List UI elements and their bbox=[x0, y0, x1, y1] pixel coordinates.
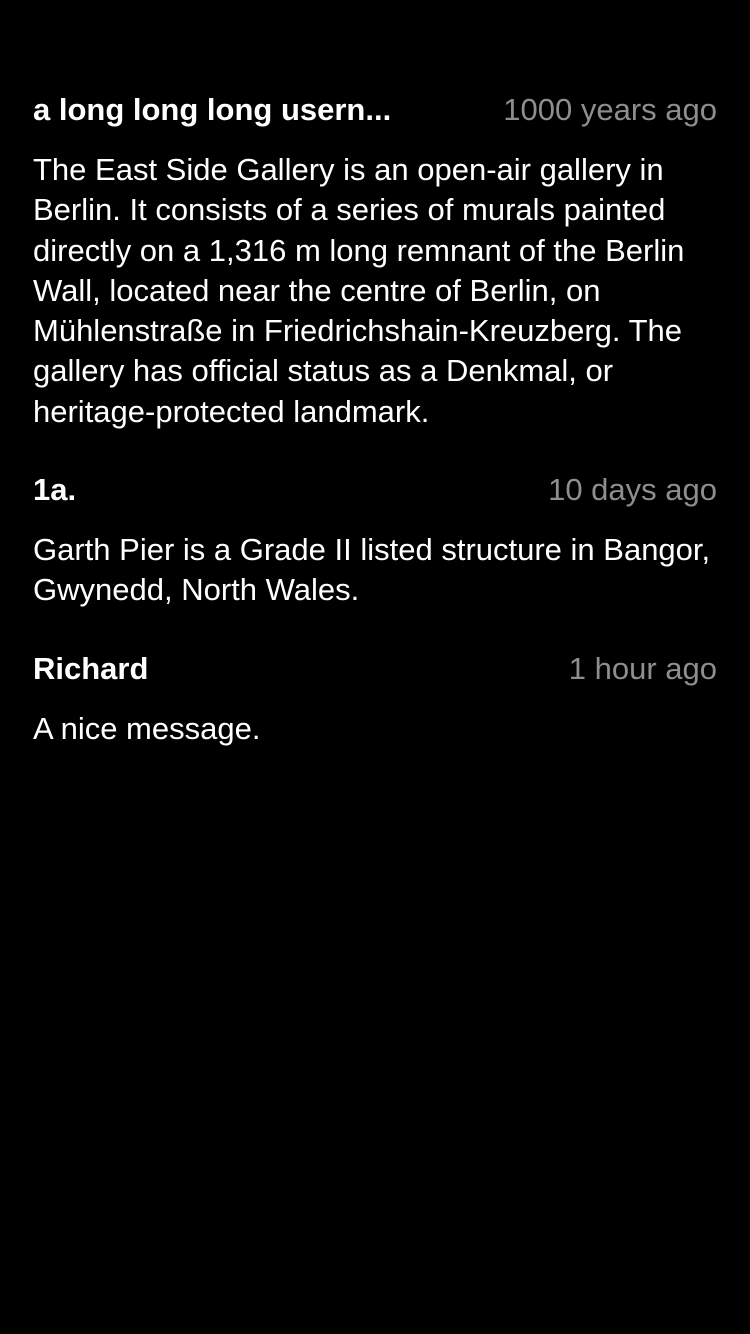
comment-text: The East Side Gallery is an open-air gal… bbox=[33, 152, 685, 429]
comment-username[interactable]: 1a. bbox=[33, 472, 76, 508]
comment-username[interactable]: a long long long usern... bbox=[33, 92, 391, 128]
comment-item[interactable]: 1a. 10 days ago Garth Pier is a Grade II… bbox=[33, 472, 717, 611]
comment-header: 1a. 10 days ago bbox=[33, 472, 717, 516]
comment-timestamp: 1 hour ago bbox=[568, 650, 717, 686]
comment-feed: a long long long usern... 1000 years ago… bbox=[33, 92, 717, 789]
comment-item[interactable]: a long long long usern... 1000 years ago… bbox=[33, 92, 717, 432]
comment-header: a long long long usern... 1000 years ago bbox=[33, 92, 717, 136]
comment-timestamp: 10 days ago bbox=[548, 472, 717, 508]
comment-timestamp: 1000 years ago bbox=[503, 92, 717, 127]
comment-text: Garth Pier is a Grade II listed structur… bbox=[33, 532, 711, 608]
comment-header: Richard 1 hour ago bbox=[33, 651, 717, 695]
comment-username[interactable]: Richard bbox=[33, 651, 148, 687]
comment-text: A nice message. bbox=[33, 710, 261, 746]
comment-item[interactable]: Richard 1 hour ago A nice message. bbox=[33, 651, 717, 749]
